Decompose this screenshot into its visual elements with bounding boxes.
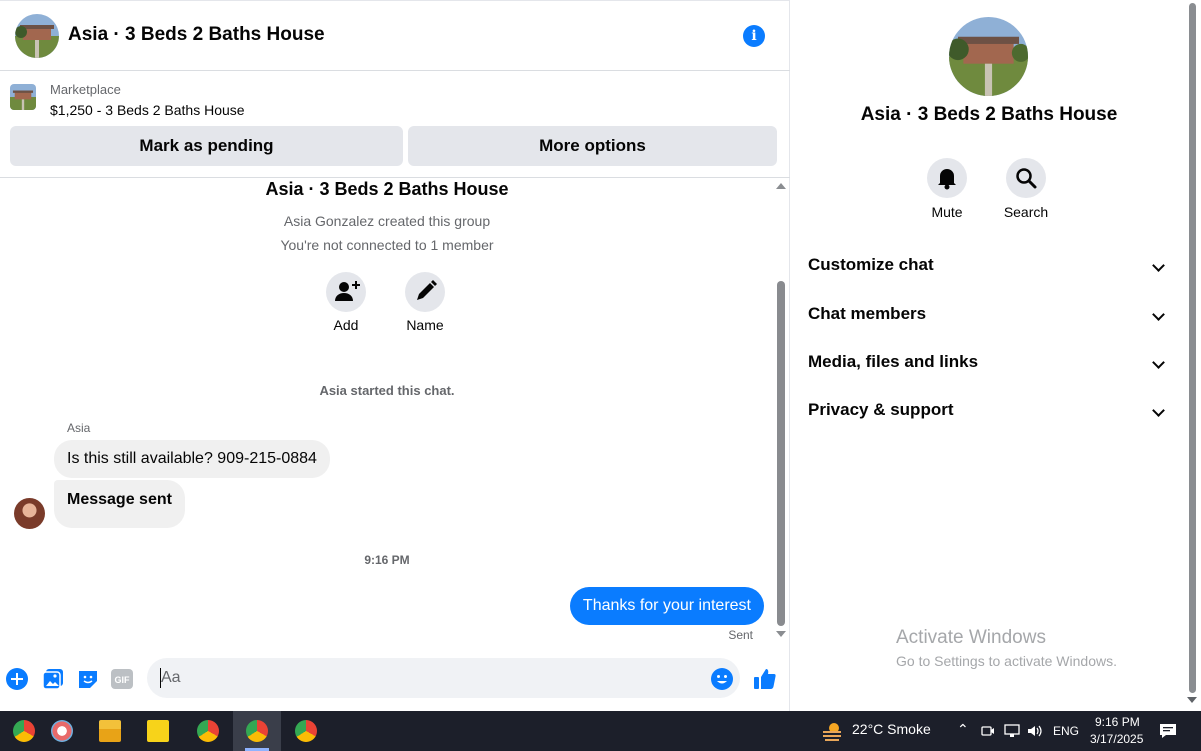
name-group-button[interactable] [405, 272, 445, 312]
chevron-down-icon [1152, 356, 1165, 369]
listing-price-title[interactable]: $1,250 - 3 Beds 2 Baths House [50, 102, 245, 118]
taskbar-chrome-profile-2[interactable] [184, 711, 232, 751]
palette-icon [51, 720, 73, 742]
scroll-down-icon[interactable] [776, 631, 786, 637]
plus-circle-icon[interactable] [5, 667, 29, 691]
messenger-window: Asia · 3 Beds 2 Baths House i Marketplac… [0, 0, 1201, 711]
clock-date[interactable]: 3/17/2025 [1090, 732, 1143, 746]
message-composer: GIF [0, 656, 790, 702]
details-group-avatar[interactable] [949, 17, 1028, 96]
thumbs-up-icon[interactable] [753, 667, 777, 691]
tray-chevron-up-icon[interactable]: ⌃ [957, 721, 969, 738]
notifications-icon[interactable] [1159, 722, 1177, 740]
scroll-thumb[interactable] [777, 281, 785, 626]
section-label: Media, files and links [808, 352, 979, 371]
section-label: Privacy & support [808, 400, 954, 419]
chrome-icon [13, 720, 35, 742]
taskbar-file-explorer[interactable] [86, 711, 134, 751]
mute-label: Mute [931, 204, 963, 220]
taskbar-paint-app[interactable] [38, 711, 86, 751]
search-button[interactable]: Search [991, 158, 1061, 220]
message-timestamp: 9:16 PM [364, 553, 410, 567]
group-avatar[interactable] [15, 14, 59, 58]
meet-now-icon[interactable] [981, 724, 995, 738]
chat-header: Asia · 3 Beds 2 Baths House i [0, 0, 790, 71]
pencil-icon [417, 280, 437, 300]
search-icon [1016, 168, 1037, 189]
chrome-icon [246, 720, 268, 742]
thread-scrollbar[interactable] [775, 180, 787, 642]
more-options-button[interactable]: More options [408, 126, 777, 166]
activate-windows-subtitle: Go to Settings to activate Windows. [896, 653, 1117, 669]
taskbar-sticky-notes[interactable] [134, 711, 182, 751]
sticker-icon[interactable] [76, 667, 100, 691]
windows-taskbar: 22°C Smoke ⌃ ENG 9:16 PM 3/17/2025 [0, 711, 1201, 751]
mark-as-pending-button[interactable]: Mark as pending [10, 126, 403, 166]
sent-status: Sent [728, 628, 753, 642]
chrome-icon [295, 720, 317, 742]
search-label: Search [1003, 204, 1049, 220]
outgoing-message[interactable]: Thanks for your interest [569, 587, 764, 625]
chat-pane: Asia · 3 Beds 2 Baths House i Marketplac… [0, 0, 790, 711]
mute-button[interactable]: Mute [912, 158, 982, 220]
details-title: Asia · 3 Beds 2 Baths House [860, 104, 1118, 125]
add-person-icon [335, 281, 360, 301]
marketplace-listing: Marketplace $1,250 - 3 Beds 2 Baths Hous… [0, 71, 790, 178]
chevron-down-icon [1152, 308, 1165, 321]
sender-name: Asia [67, 421, 91, 435]
sender-avatar[interactable] [14, 498, 45, 529]
weather-text[interactable]: 22°C Smoke [852, 721, 931, 737]
connection-text: You're not connected to 1 member [280, 237, 494, 253]
svg-text:GIF: GIF [115, 675, 131, 685]
add-label: Add [333, 317, 359, 333]
customize-chat-row[interactable]: Customize chat [808, 245, 1171, 285]
chat-members-row[interactable]: Chat members [808, 294, 1171, 334]
emoji-icon[interactable] [710, 667, 734, 691]
info-icon[interactable]: i [743, 25, 765, 47]
chat-title: Asia · 3 Beds 2 Baths House [68, 24, 325, 45]
folder-icon [99, 720, 121, 742]
incoming-message[interactable]: Is this still available? 909-215-0884 [54, 440, 330, 478]
message-thread[interactable]: Asia · 3 Beds 2 Baths House Asia Gonzale… [0, 178, 774, 648]
section-label: Customize chat [808, 255, 934, 274]
message-input[interactable] [147, 658, 740, 698]
text-caret [160, 668, 161, 688]
listing-source: Marketplace [50, 82, 121, 97]
taskbar-chrome-profile-3[interactable] [233, 711, 281, 751]
weather-icon [823, 723, 841, 741]
listing-thumbnail[interactable] [10, 84, 36, 110]
scroll-up-icon[interactable] [776, 183, 786, 189]
media-files-links-row[interactable]: Media, files and links [808, 342, 1171, 382]
bell-icon [938, 169, 956, 190]
chevron-down-icon [1152, 259, 1165, 272]
gif-icon[interactable]: GIF [110, 667, 134, 691]
add-member-button[interactable] [326, 272, 366, 312]
page-scrollbar[interactable] [1187, 0, 1201, 711]
taskbar-chrome-profile-4[interactable] [282, 711, 330, 751]
clock-time[interactable]: 9:16 PM [1095, 715, 1140, 729]
page-scroll-thumb[interactable] [1189, 3, 1196, 693]
chevron-down-icon [1152, 404, 1165, 417]
section-label: Chat members [808, 304, 927, 323]
language-indicator[interactable]: ENG [1053, 724, 1079, 738]
thread-group-title: Asia · 3 Beds 2 Baths House [265, 179, 509, 199]
network-icon[interactable] [1004, 724, 1020, 738]
activate-windows-title: Activate Windows [896, 627, 1046, 648]
details-pane: Asia · 3 Beds 2 Baths House Mute Search … [791, 0, 1187, 711]
privacy-support-row[interactable]: Privacy & support [808, 390, 1171, 430]
chrome-icon [197, 720, 219, 742]
chat-started-text: Asia started this chat. [319, 383, 455, 398]
sticky-note-icon [147, 720, 169, 742]
photo-icon[interactable] [41, 667, 65, 691]
incoming-message[interactable]: Message sent [54, 480, 185, 528]
volume-icon[interactable] [1027, 724, 1043, 738]
page-scroll-down-icon[interactable] [1187, 697, 1197, 703]
name-label: Name [406, 317, 444, 333]
group-created-text: Asia Gonzalez created this group [283, 213, 491, 229]
